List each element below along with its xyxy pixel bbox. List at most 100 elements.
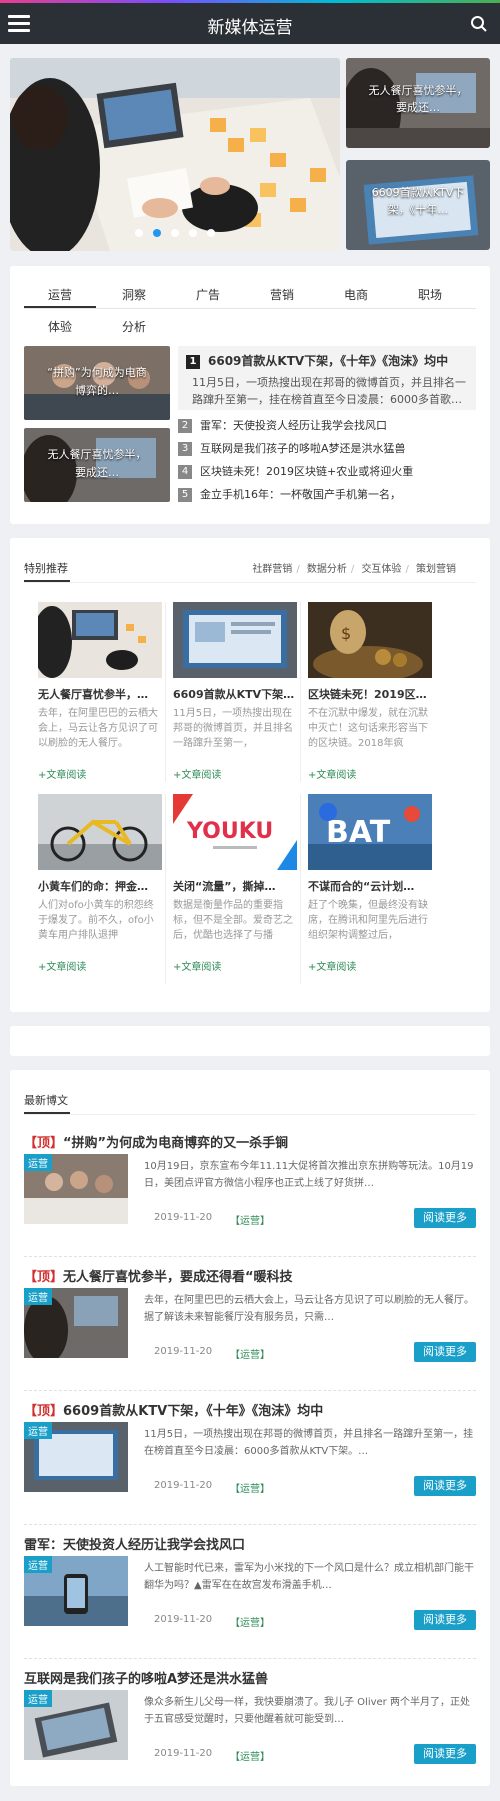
post-category[interactable]: 【运营】 (230, 1346, 270, 1361)
post-title[interactable]: 【顶】无人餐厅喜忧参半，要成还得看“暖科技 (24, 1266, 293, 1285)
tab-7[interactable]: 分析 (98, 314, 170, 340)
featured-heading-text: 特别推荐 (24, 562, 68, 575)
carousel-dot[interactable] (189, 229, 197, 237)
card-image (38, 602, 162, 678)
divider (24, 1524, 476, 1525)
card-read-more-link[interactable]: +文章阅读 (38, 766, 86, 781)
carousel-dot[interactable] (135, 229, 143, 237)
rank-title: 6609首款从KTV下架，《十年》《泡沫》均中 (208, 354, 449, 368)
post-title-text: “拼购”为何成为电商博弈的又一杀手锏 (63, 1136, 289, 1151)
rank-top-item[interactable]: 1 6609首款从KTV下架，《十年》《泡沫》均中 11月5日，一项热搜出现在邦哥… (178, 346, 476, 410)
post-item[interactable]: 【顶】6609首款从KTV下架，《十年》《泡沫》均中 运营 11月5日，一项热搜… (24, 1400, 476, 1533)
pinned-tag: 【顶】 (24, 1270, 64, 1285)
post-category[interactable]: 【运营】 (230, 1748, 270, 1763)
rank-item[interactable]: 5 金立手机16年：一杯敬国产手机第一名， (178, 485, 458, 505)
post-desc: 像众多新生儿父母一样，我快要崩溃了。我儿子 Oliver 两个半月了，正处于五官… (144, 1697, 470, 1725)
post-date: 2019-11-20 (154, 1748, 213, 1759)
card-image (173, 602, 297, 678)
card-title: 小黄车们的命：押金… (38, 880, 148, 893)
featured-card[interactable]: 无人餐厅喜忧参半，… 去年，在阿里巴巴的云栖大会上，马云让各方见识了可以刷脸的无… (38, 602, 162, 788)
card-title: 无人餐厅喜忧参半，… (38, 688, 148, 701)
post-thumbnail[interactable]: 运营 (24, 1690, 128, 1760)
carousel-dot-active[interactable] (153, 229, 161, 237)
card-read-more-link[interactable]: +文章阅读 (173, 958, 221, 973)
read-more-button[interactable]: 阅读更多 (414, 1208, 476, 1228)
tab-6[interactable]: 体验 (24, 314, 96, 340)
post-title[interactable]: 【顶】6609首款从KTV下架，《十年》《泡沫》均中 (24, 1400, 323, 1419)
read-more-button[interactable]: 阅读更多 (414, 1744, 476, 1764)
post-desc: 人工智能时代已来，雷军为小米找的下一个风口是什么？成立相机部门能干翻华为吗？▲雷… (144, 1563, 474, 1591)
rank-item[interactable]: 3 互联网是我们孩子的哆啦A梦还是洪水猛兽 (178, 439, 458, 459)
card-read-more-link[interactable]: +文章阅读 (38, 958, 86, 973)
post-title[interactable]: 互联网是我们孩子的哆啦A梦还是洪水猛兽 (24, 1668, 268, 1687)
card-read-more-link[interactable]: +文章阅读 (173, 766, 221, 781)
empty-panel (10, 1026, 490, 1056)
post-item[interactable]: 【顶】无人餐厅喜忧参半，要成还得看“暖科技 运营 去年，在阿里巴巴的云栖大会上，… (24, 1266, 476, 1399)
card-read-more-link[interactable]: +文章阅读 (308, 766, 356, 781)
hero-side-caption: 无人餐厅喜忧参半，要成还… (368, 84, 468, 114)
divider (24, 1658, 476, 1659)
rank-number: 5 (178, 488, 192, 502)
post-title[interactable]: 雷军：天使投资人经历让我学会找风口 (24, 1534, 245, 1553)
carousel-dot[interactable] (207, 229, 215, 237)
tab-4[interactable]: 电商 (320, 282, 392, 308)
featured-card[interactable]: BAT 不谋而合的“云计划… 赶了个晚集，但最终没有缺席，在腾讯和阿里先后进行组… (308, 794, 432, 980)
search-icon[interactable] (470, 15, 488, 33)
post-thumbnail[interactable]: 运营 (24, 1154, 128, 1224)
post-title[interactable]: 【顶】“拼购”为何成为电商博弈的又一杀手锏 (24, 1132, 288, 1151)
featured-card[interactable]: 小黄车们的命：押金… 人们对ofo小黄车的积怨终于爆发了。前不久，ofo小黄车用… (38, 794, 162, 980)
post-item[interactable]: 【顶】“拼购”为何成为电商博弈的又一杀手锏 运营 10月19日，京东宣布今年11… (24, 1132, 476, 1265)
post-thumbnail[interactable]: 运营 (24, 1556, 128, 1626)
rank-item[interactable]: 4 区块链未死！2019区块链+农业或将迎火重 (178, 462, 458, 482)
site-title: 新媒体运营 (207, 18, 293, 38)
divider (165, 602, 166, 782)
post-thumbnail[interactable]: 运营 (24, 1288, 128, 1358)
read-more-button[interactable]: 阅读更多 (414, 1476, 476, 1496)
latest-panel: 最新博文 【顶】“拼购”为何成为电商博弈的又一杀手锏 运营 10月19日，京东宣… (10, 1070, 490, 1786)
sublink-1[interactable]: 数据分析 (307, 564, 347, 575)
read-more-button[interactable]: 阅读更多 (414, 1342, 476, 1362)
sublink-3[interactable]: 策划营销 (416, 564, 456, 575)
top-bar: 新媒体运营 (0, 0, 500, 44)
featured-card[interactable]: $ 区块链未死！2019区… 不在沉默中爆发，就在沉默中灭亡！这句话来形容当下的… (308, 602, 432, 788)
rank-number: 1 (186, 354, 200, 369)
sublink-0[interactable]: 社群营销 (252, 564, 292, 575)
sublink-separator: / (405, 564, 409, 575)
post-item[interactable]: 互联网是我们孩子的哆啦A梦还是洪水猛兽 运营 像众多新生儿父母一样，我快要崩溃了… (24, 1668, 476, 1801)
card-read-more-link[interactable]: +文章阅读 (308, 958, 356, 973)
divider (300, 794, 301, 984)
tab-3[interactable]: 营销 (246, 282, 318, 308)
category-thumb-2[interactable]: 无人餐厅喜忧参半，要成还… (24, 428, 170, 502)
tab-5[interactable]: 职场 (394, 282, 466, 308)
sublink-2[interactable]: 交互体验 (361, 564, 401, 575)
card-summary: 赶了个晚集，但最终没有缺席，在腾讯和阿里先后进行组织架构调整过后， (308, 900, 428, 941)
featured-card[interactable]: 6609首款从KTV下架… 11月5日，一项热搜出现在邦哥的微博首页，并且排名一… (173, 602, 297, 788)
divider (24, 1114, 476, 1115)
carousel-dot[interactable] (171, 229, 179, 237)
pinned-tag: 【顶】 (24, 1136, 64, 1151)
post-category[interactable]: 【运营】 (230, 1480, 270, 1495)
card-summary: 去年，在阿里巴巴的云栖大会上，马云让各方见识了可以刷脸的无人餐厅。 (38, 708, 158, 749)
tab-0[interactable]: 运营 (24, 282, 96, 308)
tab-1[interactable]: 洞察 (98, 282, 170, 308)
card-summary: 不在沉默中爆发，就在沉默中灭亡！这句话来形容当下的区块链。2018年疯 (308, 708, 428, 749)
divider (24, 1256, 476, 1257)
rank-number: 3 (178, 442, 192, 456)
featured-sublinks: 社群营销 / 数据分析 / 交互体验 / 策划营销 (248, 560, 456, 575)
rank-item[interactable]: 2 雷军：天使投资人经历让我学会找风口 (178, 416, 458, 436)
hero-side-slide-2[interactable]: 6609首款从KTV下架，《十年… (346, 160, 490, 250)
post-item[interactable]: 雷军：天使投资人经历让我学会找风口 运营 人工智能时代已来，雷军为小米找的下一个… (24, 1534, 476, 1667)
hero-main-slide[interactable] (10, 58, 340, 251)
post-date: 2019-11-20 (154, 1346, 213, 1357)
post-title-text: 6609首款从KTV下架，《十年》《泡沫》均中 (63, 1404, 324, 1419)
read-more-button[interactable]: 阅读更多 (414, 1610, 476, 1630)
featured-card[interactable]: YOUKU 关闭“流量”，撕掉… 数据是衡量作品的重要指标，但不是全部。爱奇艺之… (173, 794, 297, 980)
card-image: $ (308, 602, 432, 678)
hero-side-slide-1[interactable]: 无人餐厅喜忧参半，要成还… (346, 58, 490, 148)
post-category[interactable]: 【运营】 (230, 1614, 270, 1629)
post-category[interactable]: 【运营】 (230, 1212, 270, 1227)
category-thumb-1[interactable]: “拼购”为何成为电商博弈的… (24, 346, 170, 420)
divider (24, 1390, 476, 1391)
tab-2[interactable]: 广告 (172, 282, 244, 308)
post-thumbnail[interactable]: 运营 (24, 1422, 128, 1492)
